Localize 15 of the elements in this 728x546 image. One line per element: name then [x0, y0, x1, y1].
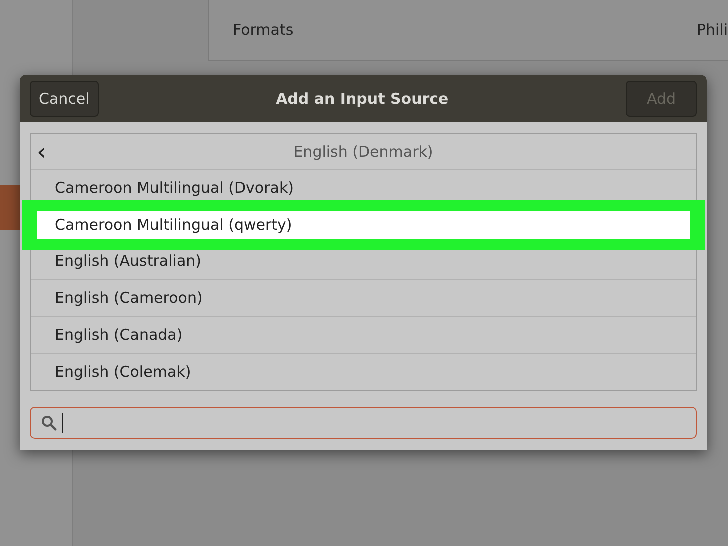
layout-item[interactable]: English (Cameroon): [31, 280, 696, 317]
formats-value: Phili: [696, 21, 728, 39]
back-icon[interactable]: ‹: [37, 140, 47, 164]
layout-item[interactable]: English (Colemak): [31, 354, 696, 390]
text-cursor: [62, 413, 63, 433]
formats-label: Formats: [233, 21, 294, 39]
layout-item[interactable]: Cameroon Multilingual (qwerty): [37, 211, 690, 239]
search-field[interactable]: [30, 407, 697, 439]
cancel-button[interactable]: Cancel: [30, 80, 99, 116]
layout-item[interactable]: English (Canada): [31, 317, 696, 354]
layout-item[interactable]: Cameroon Multilingual (Dvorak): [31, 170, 696, 207]
layout-item[interactable]: English (Australian): [31, 243, 696, 280]
search-icon: [41, 415, 57, 431]
category-title: English (Denmark): [294, 142, 434, 160]
dialog-title: Add an Input Source: [276, 90, 449, 108]
